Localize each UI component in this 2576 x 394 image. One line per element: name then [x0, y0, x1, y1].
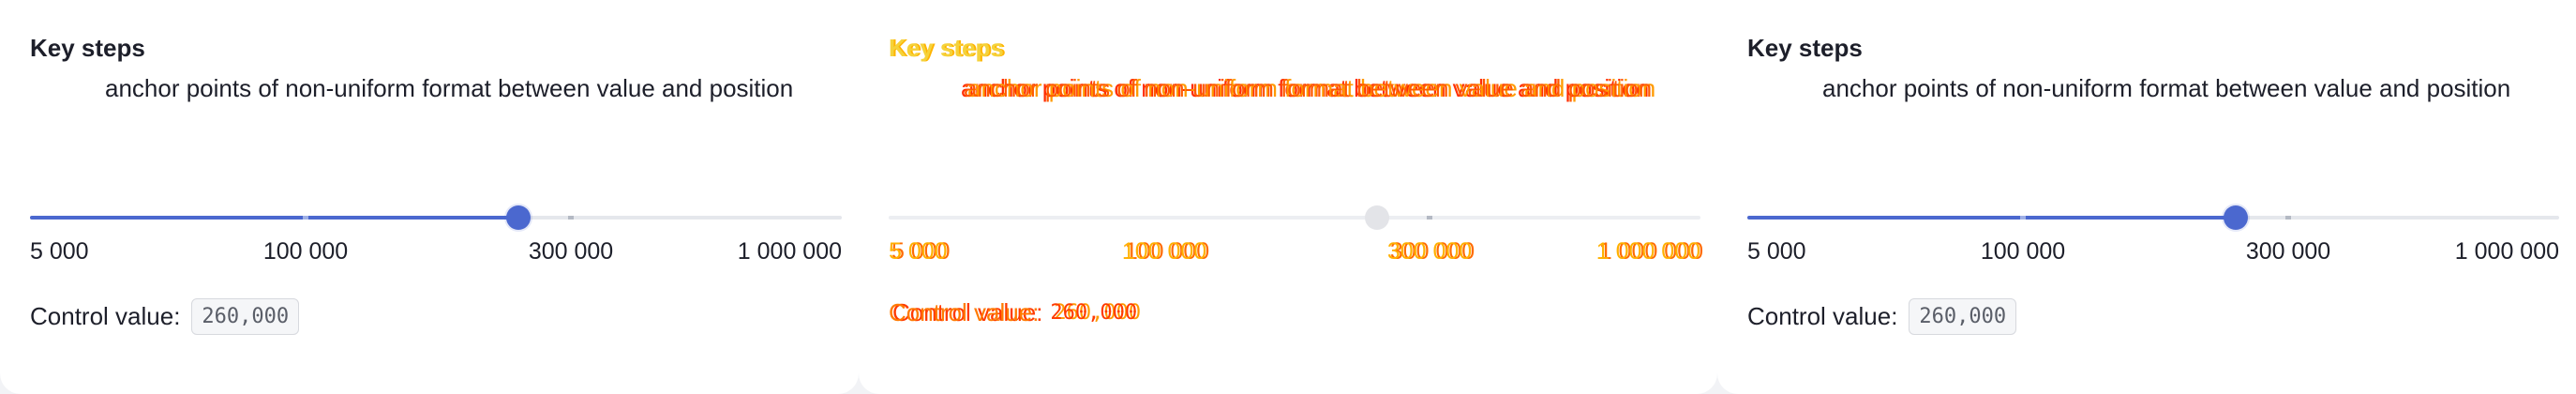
slider-tick-label: 5 000 — [30, 238, 89, 265]
slider-mark-300000 — [1427, 216, 1432, 220]
control-value-label: Control value: — [1747, 302, 1898, 330]
range-slider[interactable] — [889, 199, 1700, 236]
slider-mark-300000 — [568, 216, 574, 220]
slider-tick-label: 100 000 — [262, 238, 349, 265]
slider-tick-label: 5 000 — [889, 238, 948, 265]
slider-mark-100000 — [2020, 216, 2026, 220]
control-value-code: 260,000 — [1909, 298, 2017, 335]
slider-thumb[interactable] — [2224, 205, 2248, 230]
slider-thumb[interactable] — [506, 205, 531, 230]
demo-stage: Key steps anchor points of non-uniform f… — [0, 0, 2576, 394]
slider-tick-label: 100 000 — [1980, 238, 2066, 265]
section-description: anchor points of non-uniform format betw… — [964, 74, 1653, 102]
demo-panel-left: Key steps anchor points of non-uniform f… — [0, 0, 859, 394]
section-heading: Key steps — [1747, 34, 1863, 62]
control-value-row: Control value: 260,000 — [30, 298, 300, 335]
slider-fill — [1747, 216, 2236, 220]
slider-tick-label: 300 000 — [1386, 238, 1473, 265]
slider-tick-label: 1 000 000 — [737, 238, 842, 265]
slider-tick-label: 5 000 — [1747, 238, 1806, 265]
slider-tick-label: 1 000 000 — [1595, 238, 1700, 265]
slider-mark-100000 — [303, 216, 308, 220]
section-description: anchor points of non-uniform format betw… — [1822, 74, 2511, 102]
section-description: anchor points of non-uniform format betw… — [105, 74, 794, 102]
slider-tick-label: 1 000 000 — [2454, 238, 2559, 265]
section-heading: Key steps — [889, 34, 1004, 62]
control-value-row: Control value: 260,000 — [1747, 298, 2017, 335]
control-value-code: 260,000 — [191, 298, 300, 335]
demo-panel-middle: Key steps anchor points of non-uniform f… — [859, 0, 1717, 394]
slider-mark-300000 — [2285, 216, 2291, 220]
demo-panel-right: Key steps anchor points of non-uniform f… — [1717, 0, 2576, 394]
slider-thumb[interactable] — [1365, 205, 1389, 230]
slider-tick-label: 300 000 — [528, 238, 614, 265]
slider-tick-label: 100 000 — [1121, 238, 1207, 265]
control-value-code: 260,000 — [1050, 301, 1138, 325]
control-value-label: Control value: — [30, 302, 181, 330]
slider-tick-label: 300 000 — [2245, 238, 2331, 265]
range-slider[interactable] — [1747, 199, 2559, 236]
control-value-row: Control value: 260,000 — [889, 298, 1137, 327]
section-heading: Key steps — [30, 34, 145, 62]
range-slider[interactable] — [30, 199, 842, 236]
control-value-label: Control value: — [889, 298, 1040, 326]
slider-fill — [889, 216, 1377, 220]
slider-fill — [30, 216, 518, 220]
